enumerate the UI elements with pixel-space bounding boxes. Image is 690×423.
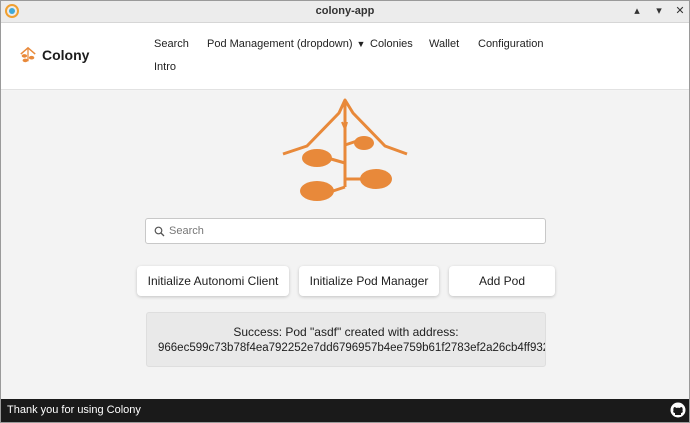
- search-box[interactable]: [145, 218, 546, 244]
- footer: Thank you for using Colony: [1, 399, 689, 422]
- nav-pod-management[interactable]: Pod Management (dropdown) ▼: [207, 38, 365, 50]
- chevron-down-icon: ▼: [356, 39, 366, 49]
- brand[interactable]: Colony: [19, 45, 89, 65]
- status-message-box: Success: Pod "asdf" created with address…: [146, 312, 546, 367]
- app-window: colony-app ▴ ▾ ✕ Colony Search Pod Manag…: [0, 0, 690, 423]
- status-message: Success: Pod "asdf" created with address…: [233, 325, 459, 339]
- github-icon[interactable]: [670, 402, 686, 418]
- navbar: Colony Search Pod Management (dropdown) ▼…: [1, 23, 689, 90]
- search-icon: [154, 226, 165, 237]
- window-title: colony-app: [315, 5, 375, 17]
- nav-colonies[interactable]: Colonies: [370, 38, 413, 50]
- initialize-pod-manager-button[interactable]: Initialize Pod Manager: [299, 266, 439, 296]
- add-pod-button[interactable]: Add Pod: [449, 266, 555, 296]
- colony-hero-logo-icon: [282, 98, 408, 201]
- search-input[interactable]: [169, 222, 539, 240]
- nav-search[interactable]: Search: [154, 38, 189, 50]
- nav-intro[interactable]: Intro: [154, 61, 176, 73]
- nav-configuration[interactable]: Configuration: [478, 38, 543, 50]
- footer-text: Thank you for using Colony: [7, 404, 141, 416]
- main-content: Initialize Autonomi Client Initialize Po…: [1, 91, 689, 399]
- maximize-button[interactable]: ▾: [651, 3, 667, 19]
- close-button[interactable]: ✕: [672, 3, 688, 19]
- title-bar: colony-app ▴ ▾ ✕: [1, 1, 689, 23]
- colony-logo-icon: [20, 46, 36, 63]
- initialize-autonomi-client-button[interactable]: Initialize Autonomi Client: [137, 266, 289, 296]
- pod-address: 966ec599c73b78f4ea792252e7dd6796957b4ee7…: [158, 342, 546, 354]
- minimize-button[interactable]: ▴: [629, 3, 645, 19]
- brand-name: Colony: [42, 47, 90, 63]
- nav-pod-management-label: Pod Management (dropdown): [207, 38, 353, 50]
- nav-wallet[interactable]: Wallet: [429, 38, 459, 50]
